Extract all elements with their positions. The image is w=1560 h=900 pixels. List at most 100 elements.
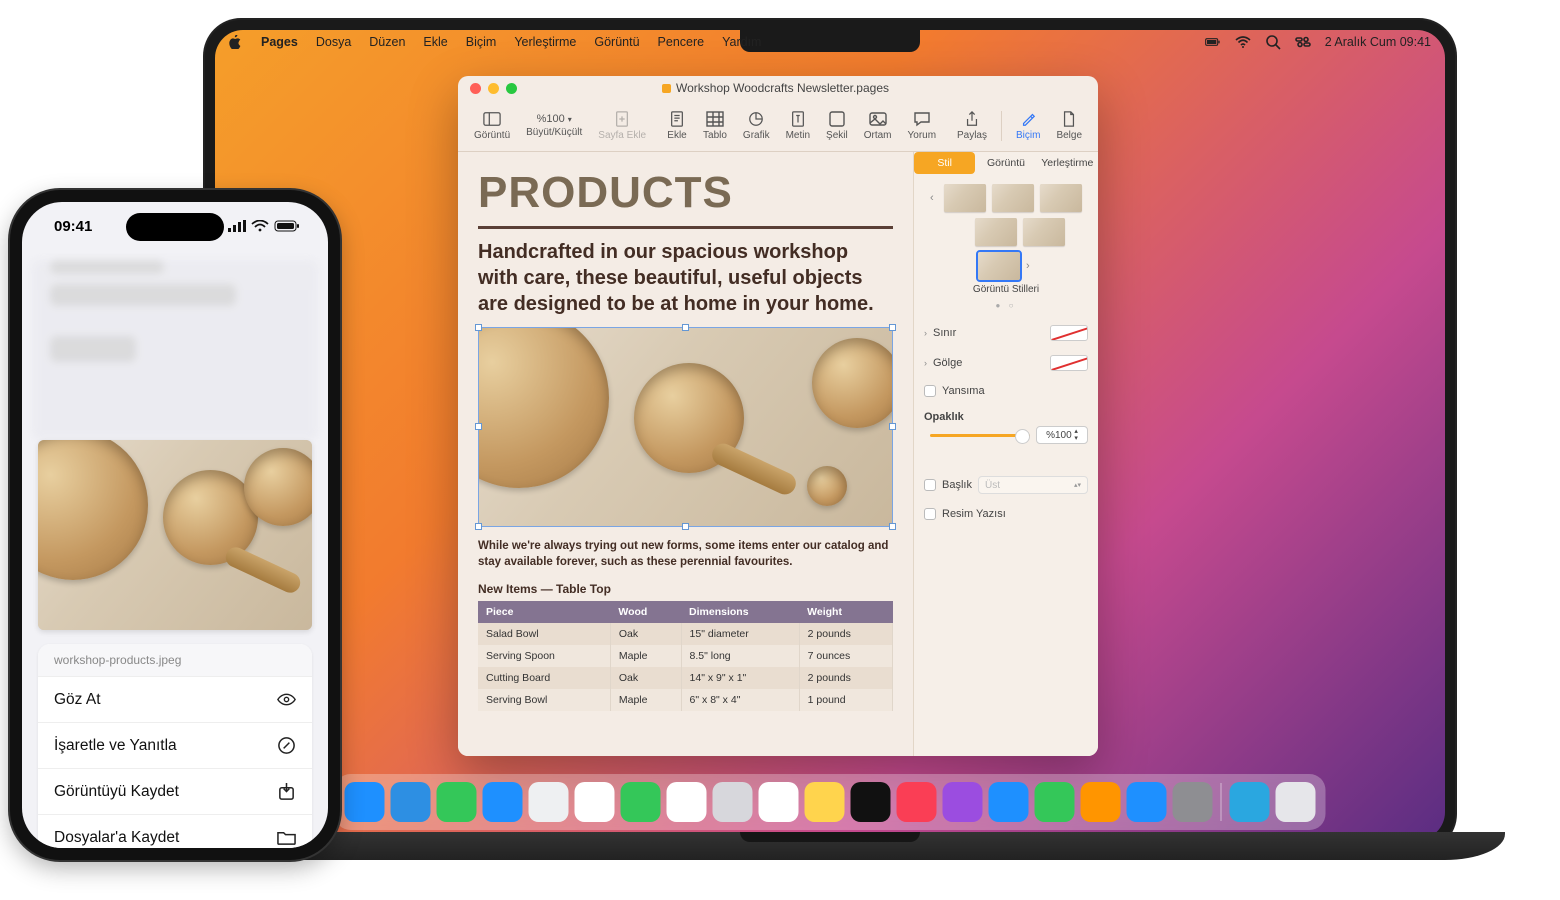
style-thumb[interactable]	[944, 184, 986, 212]
menu-dosya[interactable]: Dosya	[316, 35, 351, 49]
table-button[interactable]: Tablo	[695, 110, 735, 141]
reflection-checkbox[interactable]	[924, 385, 936, 397]
spotlight-icon[interactable]	[1265, 34, 1281, 50]
label-dkaydet: Dosyalar'a Kaydet	[54, 829, 179, 847]
menu-goruntu[interactable]: Görüntü	[594, 35, 639, 49]
caption-checkbox[interactable]	[924, 508, 936, 520]
shape-button[interactable]: Şekil	[818, 110, 856, 141]
insert-label: Ekle	[667, 130, 686, 141]
style-thumb[interactable]	[975, 218, 1017, 246]
dock-trash[interactable]	[1276, 782, 1316, 822]
table-cell: Maple	[610, 645, 681, 667]
menu-pencere[interactable]: Pencere	[658, 35, 705, 49]
opacity-slider[interactable]	[930, 434, 1030, 437]
tab-stil[interactable]: Stil	[914, 152, 975, 174]
dock-contacts[interactable]	[713, 782, 753, 822]
title-position-dropdown[interactable]: Üst▴▾	[978, 476, 1088, 494]
action-goz-at[interactable]: Göz At	[38, 676, 312, 722]
file-name: workshop-products.jpeg	[38, 644, 312, 676]
table-cell: 1 pound	[799, 689, 892, 711]
text-button[interactable]: Metin	[778, 110, 818, 141]
dock-pages[interactable]	[1081, 782, 1121, 822]
dock-finder[interactable]	[345, 782, 385, 822]
next-styles-icon[interactable]: ›	[1026, 262, 1034, 270]
border-swatch[interactable]	[1050, 325, 1088, 341]
control-center-icon[interactable]	[1295, 34, 1311, 50]
minimize-button[interactable]	[488, 83, 499, 94]
comment-button[interactable]: Yorum	[900, 110, 945, 141]
table-cell: Oak	[610, 623, 681, 645]
dock-appstore[interactable]	[1127, 782, 1167, 822]
dock-maps[interactable]	[529, 782, 569, 822]
row-baslik[interactable]: BaşlıkÜst▴▾	[914, 469, 1098, 501]
dock-messages[interactable]	[437, 782, 477, 822]
dock-podcasts[interactable]	[943, 782, 983, 822]
format-button[interactable]: Biçim	[1008, 110, 1048, 141]
dock-notes[interactable]	[805, 782, 845, 822]
menu-ekle[interactable]: Ekle	[423, 35, 447, 49]
menu-duzen[interactable]: Düzen	[369, 35, 405, 49]
dock-settings[interactable]	[1173, 782, 1213, 822]
attachment-preview-image[interactable]	[38, 440, 312, 630]
prev-styles-icon[interactable]: ‹	[930, 194, 938, 202]
dock-reminders[interactable]	[759, 782, 799, 822]
style-thumb[interactable]	[992, 184, 1034, 212]
battery-icon[interactable]	[1205, 34, 1221, 50]
table-label: Tablo	[703, 130, 727, 141]
dock-music[interactable]	[897, 782, 937, 822]
folder-icon	[277, 828, 296, 847]
dock-tv[interactable]	[851, 782, 891, 822]
row-yansima[interactable]: Yansıma	[914, 378, 1098, 404]
view-label: Görüntü	[474, 130, 510, 141]
view-button[interactable]: Görüntü	[466, 110, 518, 141]
style-thumb[interactable]	[1040, 184, 1082, 212]
dock-keynote[interactable]	[989, 782, 1029, 822]
apple-logo-icon[interactable]	[229, 35, 243, 49]
zoom-dropdown[interactable]: %100 ▾ Büyüt/Küçült	[518, 113, 590, 138]
styles-label: Görüntü Stilleri	[914, 284, 1098, 301]
row-sinir[interactable]: ›Sınır	[914, 318, 1098, 348]
items-table: Piece Wood Dimensions Weight Salad BowlO…	[478, 601, 893, 711]
dock-calendar[interactable]	[667, 782, 707, 822]
menubar-datetime[interactable]: 2 Aralık Cum 09:41	[1325, 35, 1431, 49]
action-sheet: workshop-products.jpeg Göz At İşaretle v…	[38, 644, 312, 848]
opacity-field[interactable]: %100 ▴▾	[1036, 426, 1088, 444]
menu-bicim[interactable]: Biçim	[466, 35, 497, 49]
dock-mail[interactable]	[483, 782, 523, 822]
window-title: Workshop Woodcrafts Newsletter.pages	[517, 81, 1034, 95]
row-resim-yazisi[interactable]: Resim Yazısı	[914, 501, 1098, 527]
document-button[interactable]: Belge	[1048, 110, 1090, 141]
zoom-button[interactable]	[506, 83, 517, 94]
dock-numbers[interactable]	[1035, 782, 1075, 822]
media-button[interactable]: Ortam	[856, 110, 900, 141]
style-thumb-selected[interactable]	[978, 252, 1020, 280]
add-page-button[interactable]: Sayfa Ekle	[590, 110, 654, 141]
menu-yerlestirme[interactable]: Yerleştirme	[514, 35, 576, 49]
action-isaretle[interactable]: İşaretle ve Yanıtla	[38, 722, 312, 768]
shadow-swatch[interactable]	[1050, 355, 1088, 371]
row-golge[interactable]: ›Gölge	[914, 348, 1098, 378]
tab-yerlestirme[interactable]: Yerleştirme	[1037, 152, 1098, 174]
dock-downloads[interactable]	[1230, 782, 1270, 822]
menu-yardim[interactable]: Yardım	[722, 35, 761, 49]
selected-image[interactable]	[478, 327, 893, 527]
close-button[interactable]	[470, 83, 481, 94]
document-page[interactable]: PRODUCTS Handcrafted in our spacious wor…	[458, 152, 913, 756]
dock-facetime[interactable]	[621, 782, 661, 822]
share-label: Paylaş	[957, 130, 987, 141]
title-checkbox[interactable]	[924, 479, 936, 491]
share-button[interactable]: Paylaş	[949, 110, 995, 141]
body-text: While we're always trying out new forms,…	[478, 539, 893, 570]
toolbar: Görüntü %100 ▾ Büyüt/Küçült Sayfa Ekle E…	[458, 100, 1098, 152]
wifi-icon[interactable]	[1235, 34, 1251, 50]
dock-safari[interactable]	[391, 782, 431, 822]
macbook-base	[155, 832, 1505, 860]
insert-button[interactable]: Ekle	[659, 110, 695, 141]
action-goruntuyu-kaydet[interactable]: Görüntüyü Kaydet	[38, 768, 312, 814]
style-thumb[interactable]	[1023, 218, 1065, 246]
tab-goruntu[interactable]: Görüntü	[975, 152, 1036, 174]
dock-photos[interactable]	[575, 782, 615, 822]
menubar-app[interactable]: Pages	[261, 35, 298, 49]
chart-button[interactable]: Grafik	[735, 110, 778, 141]
action-dosyalara-kaydet[interactable]: Dosyalar'a Kaydet	[38, 814, 312, 848]
